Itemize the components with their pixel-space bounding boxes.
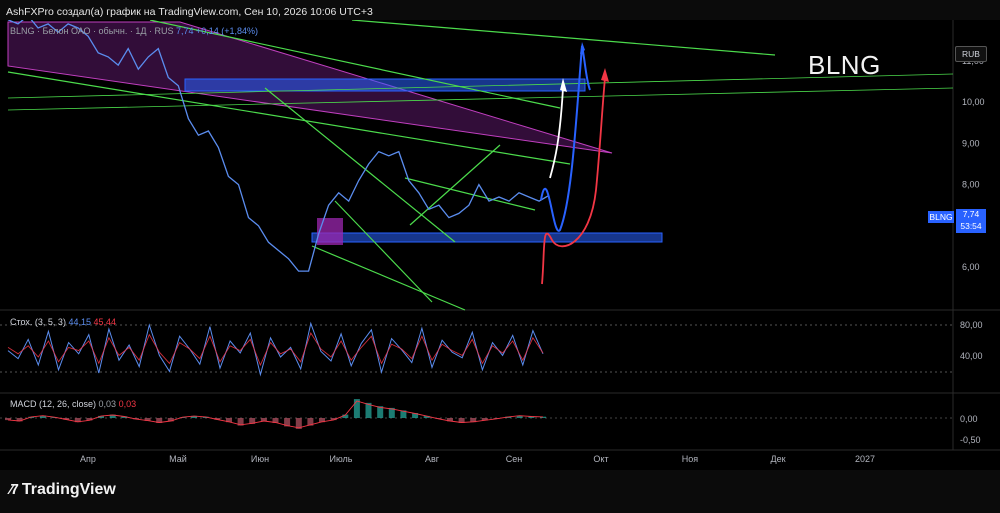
time-tick-label: 2027 <box>855 454 875 464</box>
macd-label: MACD (12, 26, close) <box>10 399 97 409</box>
chart-header: AshFXPro создал(а) график на TradingView… <box>6 6 373 18</box>
time-tick-label: Апр <box>80 454 96 464</box>
support-zone <box>311 232 663 243</box>
stoch-tick-label: 40,00 <box>960 351 983 361</box>
trendline <box>409 144 501 226</box>
stoch-k-line <box>7 321 544 377</box>
stoch-d-value: 45,44 <box>93 317 117 327</box>
price-axis: 11,0010,009,008,007,006,00 <box>962 56 985 272</box>
time-tick-label: Июн <box>251 454 269 464</box>
pattern-box <box>317 218 343 245</box>
currency-button[interactable]: RUB <box>955 46 987 62</box>
ticker-annotation: BLNG <box>808 50 881 80</box>
bar-countdown: 53:54 <box>960 220 982 231</box>
macd-signal-value: 0,03 <box>118 399 137 409</box>
macd-legend[interactable]: MACD (12, 26, close) 0,03 0,03 <box>10 399 136 409</box>
symbol-legend[interactable]: BLNG · Белон ОАО · обычн. · 1Д · RUS 7,7… <box>10 26 258 36</box>
stoch-label: Стох. (3, 5, 3) <box>10 317 66 327</box>
stoch-d-line <box>7 331 544 367</box>
time-tick-label: Ноя <box>682 454 699 464</box>
time-tick-label: Сен <box>506 454 523 464</box>
stoch-k-value: 44,15 <box>68 317 91 327</box>
time-tick-label: Авг <box>425 454 440 464</box>
last-price-symbol: BLNG <box>928 211 954 223</box>
stoch-tick-label: 80,00 <box>960 320 983 330</box>
symbol-name: BLNG · Белон ОАО · обычн. · 1Д · RUS <box>10 26 174 36</box>
time-axis: Апр Май Июн Июль Авг Сен Окт Ноя Дек 2027 <box>80 454 875 464</box>
stoch-legend[interactable]: Стох. (3, 5, 3) 44,15 45,44 <box>10 317 116 327</box>
trendline <box>311 245 466 311</box>
price-tick-label: 6,00 <box>962 262 980 272</box>
time-tick-label: Окт <box>593 454 608 464</box>
macd-value: 0,03 <box>98 399 117 409</box>
trendline <box>404 177 536 211</box>
time-tick-label: Дек <box>770 454 785 464</box>
price-tick-label: 9,00 <box>962 138 980 148</box>
trendline <box>351 19 776 56</box>
arrow-head-red <box>601 68 609 82</box>
projection-white <box>549 87 564 179</box>
tradingview-logo[interactable]: ⁄7 TradingView <box>10 481 116 499</box>
last-price-tag: BLNG 7,74 53:54 <box>928 209 986 233</box>
macd-tick-label: 0,00 <box>960 414 978 424</box>
time-tick-label: Июль <box>330 454 353 464</box>
macd-tick-label: -0,50 <box>960 435 981 445</box>
projection-red <box>541 77 606 285</box>
symbol-change: +0,14 (+1,84%) <box>196 26 259 36</box>
time-tick-label: Май <box>169 454 187 464</box>
chart-canvas[interactable]: 11,0010,009,008,007,006,00 АпрМайИюнИюль… <box>0 14 1000 470</box>
price-tick-label: 8,00 <box>962 180 980 190</box>
last-price-number: 7,74 <box>962 209 980 219</box>
tradingview-logo-text: TradingView <box>21 481 116 498</box>
trendline <box>334 200 433 303</box>
symbol-price: 7,74 <box>175 26 194 36</box>
chart-area[interactable]: 11,0010,009,008,007,006,00 АпрМайИюнИюль… <box>0 14 1000 470</box>
last-price-value: 7,74 53:54 <box>956 209 986 233</box>
footer: ⁄7 TradingView <box>0 470 1000 513</box>
tradingview-logo-icon: ⁄7 <box>10 481 19 498</box>
price-tick-label: 10,00 <box>962 97 985 107</box>
